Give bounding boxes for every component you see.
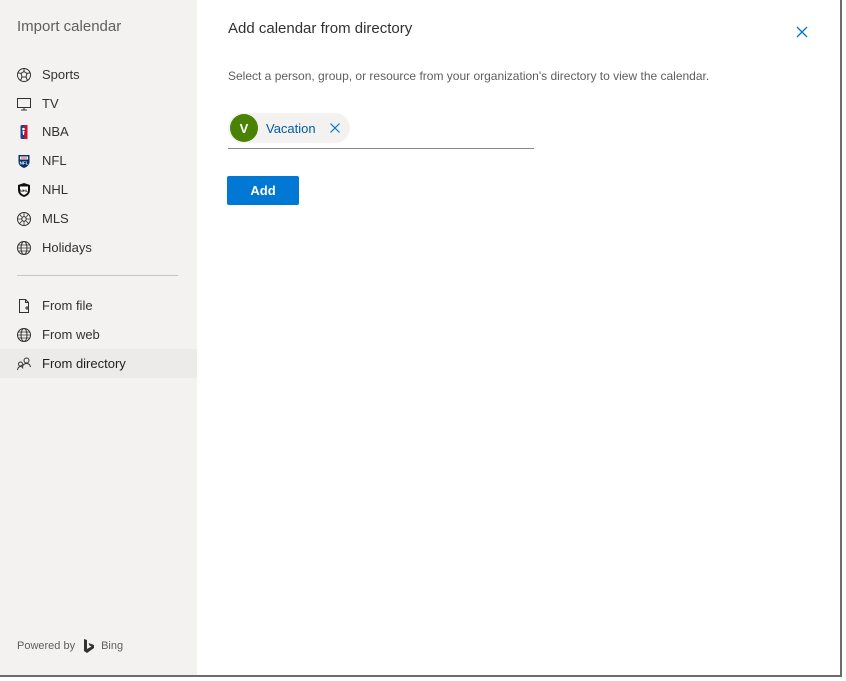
sidebar-item-label: From directory — [42, 356, 126, 371]
powered-by-bing: Powered by Bing — [17, 638, 123, 654]
close-icon — [796, 26, 808, 38]
people-picker[interactable]: V Vacation — [228, 110, 534, 149]
sidebar: Import calendar Sports TV NBA NFL NFL NH… — [0, 0, 197, 675]
sidebar-item-mls[interactable]: MLS — [0, 204, 197, 233]
sidebar-item-label: NFL — [42, 153, 67, 168]
people-icon — [16, 356, 32, 372]
mls-ball-icon — [16, 211, 32, 227]
remove-persona-button[interactable] — [328, 121, 342, 135]
sidebar-item-label: NHL — [42, 182, 69, 197]
sidebar-item-label: MLS — [42, 211, 69, 226]
sidebar-item-from-web[interactable]: From web — [0, 320, 197, 349]
persona-name: Vacation — [266, 120, 316, 136]
nfl-logo-icon: NFL — [16, 153, 32, 169]
sidebar-divider — [17, 275, 178, 276]
sidebar-item-label: From file — [42, 298, 93, 313]
selected-persona[interactable]: V Vacation — [228, 113, 350, 143]
add-button[interactable]: Add — [227, 176, 299, 205]
globe-icon — [16, 240, 32, 256]
sidebar-item-label: Sports — [42, 67, 80, 82]
sidebar-item-tv[interactable]: TV — [0, 89, 197, 118]
import-calendar-dialog: Import calendar Sports TV NBA NFL NFL NH… — [0, 0, 842, 677]
svg-text:NFL: NFL — [20, 160, 29, 165]
soccer-ball-icon — [16, 67, 32, 83]
page-title: Add calendar from directory — [228, 20, 413, 37]
description: Select a person, group, or resource from… — [228, 69, 710, 83]
sidebar-title: Import calendar — [17, 18, 122, 35]
file-add-icon — [16, 298, 32, 314]
bing-label: Bing — [101, 640, 124, 652]
sidebar-item-nhl[interactable]: NHL NHL — [0, 175, 197, 204]
tv-icon — [16, 96, 32, 112]
close-button[interactable] — [794, 24, 810, 40]
nhl-logo-icon: NHL — [16, 182, 32, 198]
globe-icon — [16, 327, 32, 343]
main-panel: Add calendar from directory Select a per… — [197, 0, 840, 675]
sidebar-item-label: TV — [42, 96, 59, 111]
sidebar-item-label: From web — [42, 327, 100, 342]
sidebar-item-sports[interactable]: Sports — [0, 60, 197, 89]
sidebar-item-from-file[interactable]: From file — [0, 291, 197, 320]
powered-by-label: Powered by — [17, 640, 76, 652]
sidebar-item-label: NBA — [42, 124, 69, 139]
sidebar-item-nfl[interactable]: NFL NFL — [0, 146, 197, 175]
sidebar-item-label: Holidays — [42, 240, 92, 255]
svg-text:NHL: NHL — [20, 188, 29, 193]
avatar: V — [230, 114, 258, 142]
nba-logo-icon — [16, 124, 32, 140]
bing-logo-icon — [84, 639, 95, 653]
sidebar-item-from-directory[interactable]: From directory — [0, 349, 197, 378]
sidebar-item-holidays[interactable]: Holidays — [0, 233, 197, 262]
close-icon — [329, 123, 340, 133]
sidebar-item-nba[interactable]: NBA — [0, 117, 197, 146]
